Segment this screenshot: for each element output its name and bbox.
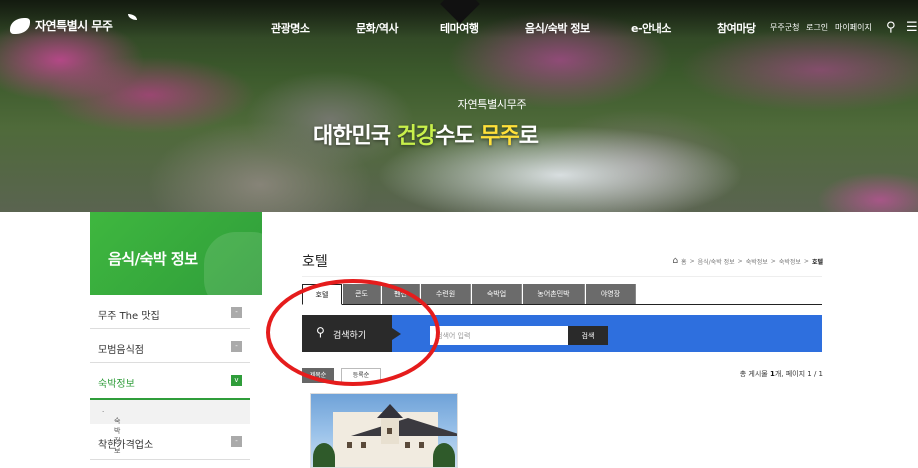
- tab-campground[interactable]: 야영장: [586, 284, 636, 304]
- search-label: 검색하기: [333, 331, 367, 341]
- hero-title-part: 대한민국: [313, 124, 397, 149]
- search-button[interactable]: 검색: [568, 326, 608, 345]
- home-icon[interactable]: ⌂: [672, 256, 678, 266]
- sidebar-header: 음식/숙박 정보: [90, 212, 262, 295]
- lodging-tabs: 호텔 콘도 펜션 수련원 숙박업 농어촌민박 야영장: [302, 284, 822, 305]
- sidebar-item-matjip[interactable]: 무주 The 맛집 -: [90, 296, 250, 329]
- expand-icon[interactable]: -: [231, 436, 242, 447]
- search-bar: ⚲ 검색하기 검색: [302, 315, 822, 352]
- expand-icon[interactable]: -: [231, 307, 242, 318]
- util-county-office[interactable]: 무주군청: [770, 22, 799, 33]
- collapse-icon[interactable]: v: [231, 375, 242, 386]
- search-label-box: ⚲ 검색하기: [302, 315, 401, 352]
- menu-icon[interactable]: ☰: [906, 20, 918, 35]
- tab-farm-stay[interactable]: 농어촌민박: [523, 284, 585, 304]
- breadcrumb-item[interactable]: 숙박정보: [746, 257, 768, 266]
- tab-condo[interactable]: 콘도: [343, 284, 381, 304]
- breadcrumb: ⌂ 홈 > 음식/숙박 정보 > 숙박정보 > 숙박정보 > 호텔: [672, 256, 823, 266]
- search-icon: ⚲: [316, 325, 325, 339]
- sidebar-header-decoration: [204, 232, 262, 295]
- tab-pension[interactable]: 펜션: [382, 284, 420, 304]
- hotel-thumbnail[interactable]: [310, 393, 458, 468]
- sidebar-item-model-restaurant[interactable]: 모범음식점 -: [90, 329, 250, 363]
- hero-title: 대한민국 건강수도 무주로: [313, 118, 539, 150]
- sort-by-date-button[interactable]: 등록순: [341, 368, 381, 383]
- hero-title-part: 수도: [435, 124, 481, 149]
- sort-by-title-button[interactable]: 제목순: [302, 368, 334, 383]
- search-icon[interactable]: ⚲: [886, 20, 896, 35]
- breadcrumb-item[interactable]: 음식/숙박 정보: [698, 257, 735, 266]
- nav-e-info[interactable]: e-안내소: [631, 20, 671, 36]
- search-input[interactable]: [430, 326, 568, 345]
- breadcrumb-item[interactable]: 숙박정보: [779, 257, 801, 266]
- sidebar-item-label: 숙박정보: [98, 379, 135, 390]
- breadcrumb-item[interactable]: 홈: [681, 257, 687, 266]
- util-mypage[interactable]: 마이페이지: [835, 22, 872, 33]
- hotel-building-image: [333, 404, 457, 467]
- sidebar-title: 음식/숙박 정보: [108, 250, 198, 268]
- tab-training-center[interactable]: 수련원: [421, 284, 471, 304]
- sidebar-item-lodging[interactable]: 숙박정보 v: [90, 363, 250, 400]
- nav-culture-history[interactable]: 문화/역사: [356, 20, 399, 36]
- hero-title-part: 로: [518, 124, 539, 149]
- nav-tourism[interactable]: 관광명소: [271, 20, 310, 36]
- title-divider: [302, 276, 822, 277]
- tab-hotel[interactable]: 호텔: [302, 284, 342, 305]
- tab-lodging-business[interactable]: 숙박업: [472, 284, 522, 304]
- sidebar-item-label: 모범음식점: [98, 345, 144, 356]
- page-title: 호텔: [302, 254, 328, 270]
- hero-subtitle: 자연특별시무주: [457, 98, 527, 111]
- sidebar-subitem-lodging[interactable]: · 숙박정보: [90, 400, 250, 455]
- util-login[interactable]: 로그인: [806, 22, 828, 33]
- breadcrumb-current: 호텔: [811, 258, 823, 266]
- sidebar-subitem-label: · 숙박정보: [102, 408, 121, 455]
- post-count: 총 게시물 1개, 페이지 1 / 1: [739, 370, 823, 378]
- hero-banner: 자연특별시 무주 관광명소 문화/역사 테마여행 음식/숙박 정보 e-안내소 …: [0, 0, 918, 212]
- hero-title-highlight-green: 건강: [396, 124, 436, 149]
- hero-title-highlight-yellow: 무주: [480, 124, 519, 149]
- nav-food-lodging[interactable]: 음식/숙박 정보: [525, 20, 590, 36]
- sidebar-item-label: 착한가격업소: [98, 440, 154, 451]
- expand-icon[interactable]: -: [231, 341, 242, 352]
- sidebar-item-label: 무주 The 맛집: [98, 311, 160, 322]
- sidebar-item-good-price[interactable]: 착한가격업소 -: [90, 424, 250, 460]
- nav-participation[interactable]: 참여마당: [717, 20, 756, 36]
- nav-theme-travel[interactable]: 테마여행: [440, 20, 479, 36]
